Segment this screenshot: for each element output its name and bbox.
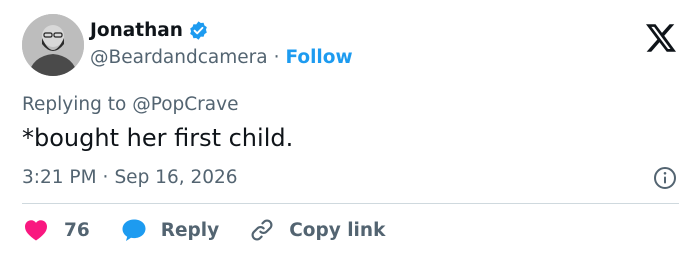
info-icon[interactable] xyxy=(653,166,677,190)
timestamp-separator: · xyxy=(102,167,109,188)
tweet-header: Jonathan @Beardandcamera · Follow xyxy=(22,14,678,80)
follow-button[interactable]: Follow xyxy=(285,47,352,68)
handle-row: @Beardandcamera · Follow xyxy=(90,47,353,68)
action-bar: 76 Reply Copy link xyxy=(24,215,385,245)
reply-bubble-icon xyxy=(122,219,146,241)
link-icon xyxy=(251,219,273,241)
like-button[interactable]: 76 xyxy=(24,219,90,241)
tweet-time[interactable]: 3:21 PM xyxy=(22,167,97,188)
avatar[interactable] xyxy=(22,14,84,76)
heart-icon xyxy=(25,220,47,241)
x-logo-icon[interactable] xyxy=(646,24,676,52)
reply-label: Reply xyxy=(160,219,220,241)
reply-button[interactable]: Reply xyxy=(121,218,219,242)
copy-link-label: Copy link xyxy=(289,219,386,241)
author-handle[interactable]: @Beardandcamera xyxy=(90,47,268,68)
copy-link-button[interactable]: Copy link xyxy=(249,217,385,243)
like-count: 76 xyxy=(64,219,90,241)
tweet-date[interactable]: Sep 16, 2026 xyxy=(114,167,237,188)
tweet-timestamp[interactable]: 3:21 PM · Sep 16, 2026 xyxy=(22,167,238,188)
replying-to: Replying to @PopCrave xyxy=(22,94,238,115)
author-name-row: Jonathan xyxy=(90,20,209,41)
replying-to-prefix: Replying to xyxy=(22,94,127,115)
separator-dot: · xyxy=(273,47,280,68)
divider xyxy=(22,203,679,204)
verified-badge-icon xyxy=(188,20,209,41)
replying-to-mention[interactable]: @PopCrave xyxy=(132,94,238,115)
tweet-text: *bought her first child. xyxy=(22,124,294,152)
author-name[interactable]: Jonathan xyxy=(90,20,183,41)
